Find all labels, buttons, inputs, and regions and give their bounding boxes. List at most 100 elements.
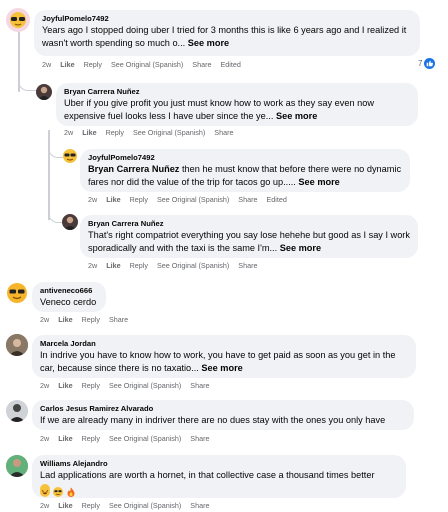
reaction-count: 7 bbox=[418, 59, 423, 68]
avatar[interactable] bbox=[62, 214, 78, 230]
share-button[interactable]: Share bbox=[238, 261, 257, 270]
comment-author[interactable]: Carlos Jesus Ramirez Alvarado bbox=[40, 404, 406, 414]
share-button[interactable]: Share bbox=[109, 315, 128, 324]
timestamp[interactable]: 2w bbox=[40, 501, 49, 510]
comment-bubble: Bryan Carrera Nuñez Uber if you give pro… bbox=[56, 83, 418, 126]
comment-actions: 2w Like Reply See Original (Spanish) Sha… bbox=[88, 261, 264, 271]
comment-bubble: JoyfulPomelo7492 Years ago I stopped doi… bbox=[34, 10, 420, 56]
comment-actions: 2w Like Reply See Original (Spanish) Sha… bbox=[42, 60, 248, 70]
comment-text: Lad applications are worth a hornet, in … bbox=[40, 470, 375, 480]
comment-actions: 2w Like Reply See Original (Spanish) Sha… bbox=[40, 501, 216, 511]
avatar[interactable] bbox=[6, 334, 28, 356]
avatar[interactable] bbox=[36, 84, 52, 100]
see-original-button[interactable]: See Original (Spanish) bbox=[109, 434, 181, 443]
timestamp[interactable]: 2w bbox=[88, 261, 97, 270]
comment-bubble: antiveneco666 Veneco cerdo bbox=[32, 282, 106, 312]
comment-text: If we are already many in indriver there… bbox=[40, 415, 386, 425]
reply-button[interactable]: Reply bbox=[130, 195, 148, 204]
comment-text: Veneco cerdo bbox=[40, 297, 97, 307]
comment-author[interactable]: JoyfulPomelo7492 bbox=[88, 153, 402, 163]
sunglasses-emoji-icon bbox=[7, 283, 27, 303]
see-original-button[interactable]: See Original (Spanish) bbox=[157, 261, 229, 270]
profile-photo-icon bbox=[38, 86, 50, 100]
timestamp[interactable]: 2w bbox=[40, 381, 49, 390]
comment-author[interactable]: JoyfulPomelo7492 bbox=[42, 14, 412, 24]
mention-link[interactable]: Bryan Carrera Nuñez bbox=[88, 164, 179, 174]
comment-bubble: Carlos Jesus Ramirez Alvarado If we are … bbox=[32, 400, 414, 430]
comment-actions: 2w Like Reply See Original (Spanish) Sha… bbox=[64, 128, 240, 138]
timestamp[interactable]: 2w bbox=[42, 60, 51, 69]
like-button[interactable]: Like bbox=[82, 128, 96, 137]
comment-text: Bryan Carrera Nuñez then he must know th… bbox=[88, 164, 402, 187]
timestamp[interactable]: 2w bbox=[64, 128, 73, 137]
comment-author[interactable]: Marcela Jordan bbox=[40, 339, 408, 349]
share-button[interactable]: Share bbox=[190, 434, 209, 443]
like-button[interactable]: Like bbox=[106, 195, 120, 204]
see-original-button[interactable]: See Original (Spanish) bbox=[111, 60, 183, 69]
reply-button[interactable]: Reply bbox=[82, 381, 100, 390]
see-original-button[interactable]: See Original (Spanish) bbox=[109, 381, 181, 390]
comment-bubble: JoyfulPomelo7492 Bryan Carrera Nuñez the… bbox=[80, 149, 410, 192]
comment-actions: 2w Like Reply See Original (Spanish) Sha… bbox=[40, 434, 216, 444]
reply-button[interactable]: Reply bbox=[130, 261, 148, 270]
thread-connector bbox=[48, 140, 63, 158]
emoji-row bbox=[40, 484, 398, 497]
comment-bubble: Marcela Jordan In indrive you have to kn… bbox=[32, 335, 416, 378]
see-original-button[interactable]: See Original (Spanish) bbox=[109, 501, 181, 510]
edited-label: Edited bbox=[266, 195, 287, 204]
see-original-button[interactable]: See Original (Spanish) bbox=[133, 128, 205, 137]
like-button[interactable]: Like bbox=[60, 60, 74, 69]
laughing-emoji-icon bbox=[40, 484, 50, 497]
like-reaction-icon bbox=[424, 58, 436, 69]
comment-author[interactable]: Williams Alejandro bbox=[40, 459, 398, 469]
see-original-button[interactable]: See Original (Spanish) bbox=[157, 195, 229, 204]
comment-author[interactable]: Bryan Carrera Nuñez bbox=[64, 87, 410, 97]
sunglasses-emoji-icon bbox=[10, 12, 26, 28]
comment-author[interactable]: antiveneco666 bbox=[40, 286, 98, 296]
avatar[interactable] bbox=[6, 282, 28, 304]
see-more-link[interactable]: See more bbox=[298, 177, 339, 187]
share-button[interactable]: Share bbox=[192, 60, 211, 69]
profile-photo-icon bbox=[6, 455, 28, 477]
share-button[interactable]: Share bbox=[190, 501, 209, 510]
sunglasses-emoji-icon bbox=[63, 149, 77, 163]
comment-bubble: Williams Alejandro Lad applications are … bbox=[32, 455, 406, 498]
profile-photo-icon bbox=[64, 216, 76, 230]
like-button[interactable]: Like bbox=[58, 315, 72, 324]
share-button[interactable]: Share bbox=[190, 381, 209, 390]
comment-text: That's right compatriot everything you s… bbox=[88, 230, 410, 253]
timestamp[interactable]: 2w bbox=[88, 195, 97, 204]
profile-photo-icon bbox=[6, 334, 28, 356]
avatar[interactable] bbox=[6, 455, 28, 477]
profile-photo-icon bbox=[6, 400, 28, 422]
like-button[interactable]: Like bbox=[58, 434, 72, 443]
cool-emoji-icon bbox=[53, 484, 63, 497]
reply-button[interactable]: Reply bbox=[82, 501, 100, 510]
avatar[interactable] bbox=[6, 400, 28, 422]
avatar[interactable] bbox=[6, 8, 30, 32]
like-button[interactable]: Like bbox=[106, 261, 120, 270]
reply-button[interactable]: Reply bbox=[84, 60, 102, 69]
share-button[interactable]: Share bbox=[238, 195, 257, 204]
comment-bubble: Bryan Carrera Nuñez That's right compatr… bbox=[80, 215, 418, 258]
comment-actions: 2w Like Reply Share bbox=[40, 315, 135, 325]
reaction-summary[interactable]: 7 bbox=[418, 58, 436, 69]
reply-button[interactable]: Reply bbox=[82, 434, 100, 443]
like-button[interactable]: Like bbox=[58, 501, 72, 510]
share-button[interactable]: Share bbox=[214, 128, 233, 137]
see-more-link[interactable]: See more bbox=[188, 38, 229, 48]
timestamp[interactable]: 2w bbox=[40, 315, 49, 324]
reply-button[interactable]: Reply bbox=[82, 315, 100, 324]
comment-author[interactable]: Bryan Carrera Nuñez bbox=[88, 219, 410, 229]
see-more-link[interactable]: See more bbox=[280, 243, 321, 253]
timestamp[interactable]: 2w bbox=[40, 434, 49, 443]
see-more-link[interactable]: See more bbox=[276, 111, 317, 121]
thread-connector bbox=[48, 200, 63, 223]
edited-label: Edited bbox=[220, 60, 241, 69]
see-more-link[interactable]: See more bbox=[201, 363, 242, 373]
like-button[interactable]: Like bbox=[58, 381, 72, 390]
avatar[interactable] bbox=[62, 148, 78, 164]
comment-text: Years ago I stopped doing uber I tried f… bbox=[42, 25, 407, 48]
comment-text: In indrive you have to know how to work,… bbox=[40, 350, 396, 373]
reply-button[interactable]: Reply bbox=[106, 128, 124, 137]
